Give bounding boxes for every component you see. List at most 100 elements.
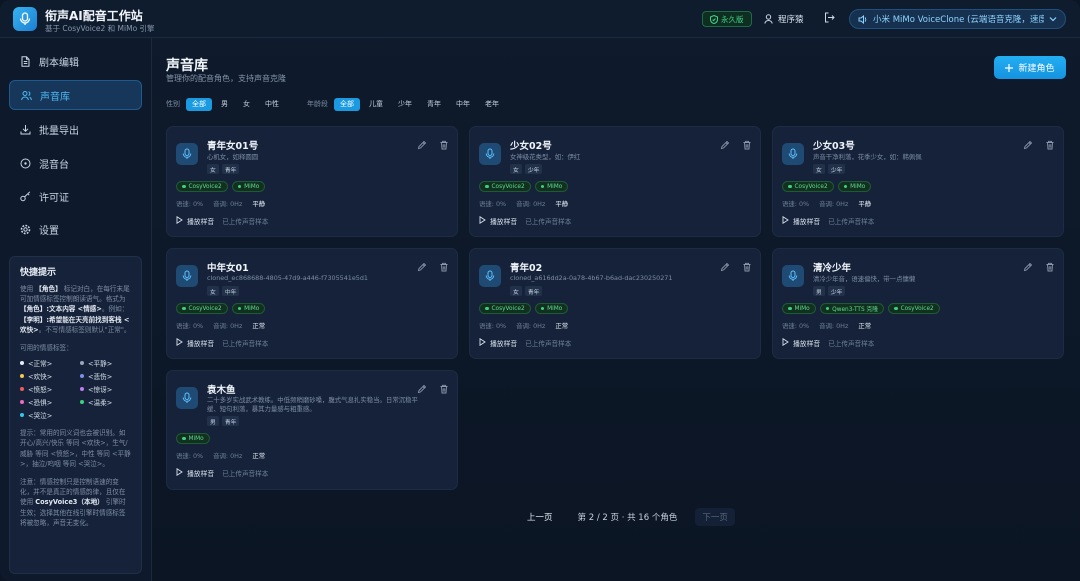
trash-icon[interactable] [439, 384, 449, 394]
engine-badge: MiMo [534, 181, 569, 192]
status-dot [485, 184, 489, 189]
speed-value: 语速: 0% [176, 200, 204, 208]
play-icon [782, 337, 789, 348]
gender-filter-male[interactable]: 男 [215, 98, 234, 111]
status-dot [788, 306, 792, 311]
gender-filter-female[interactable]: 女 [237, 98, 256, 111]
sidebar-item-label: 许可证 [39, 192, 69, 204]
edit-icon[interactable] [417, 262, 427, 272]
play-row: 播放样音 已上传声音样本 [176, 337, 268, 349]
emotion-tag: <哭泣> [20, 409, 80, 420]
pitch-value: 音调: 0Hz [516, 200, 546, 208]
trash-icon[interactable] [439, 140, 449, 150]
trash-icon[interactable] [1045, 262, 1055, 272]
play-sample-button[interactable]: 播放样音 [176, 337, 214, 349]
edit-icon[interactable] [417, 384, 427, 394]
play-icon [479, 337, 486, 348]
new-character-label: 新建角色 [1018, 64, 1055, 74]
emotion-tag: <温柔> [80, 396, 140, 407]
gender-filter-all[interactable]: 全部 [186, 97, 212, 111]
new-character-button[interactable]: 新建角色 [994, 56, 1066, 79]
emotion-dot [20, 373, 24, 378]
trash-icon[interactable] [439, 262, 449, 272]
voice-card[interactable]: 少女03号 声音干净利落，花季少女，如：韩佩佩 女少年 CosyVoice2 Mi… [772, 126, 1064, 237]
pagination: 上一页 第 2 / 2 页 · 共 16 个角色 下一页 [520, 508, 735, 526]
voice-name: 青年女01号 [207, 141, 259, 152]
edit-icon[interactable] [1023, 262, 1033, 272]
status-dot [182, 306, 186, 311]
play-icon [479, 215, 486, 226]
voice-card[interactable]: 袁木鱼 二十多岁实战武术教练。中低频稍磨砂嗓，腹式气息扎实稳当。日常沉稳平缓、短… [166, 370, 458, 490]
emotion-tag: <正常> [20, 357, 80, 368]
sidebar-item-batch-export[interactable]: 批量导出 [9, 114, 142, 144]
next-page-button[interactable]: 下一页 [695, 508, 735, 526]
voice-card[interactable]: 青年女01号 心机女，如释圆圆 女青年 CosyVoice2 MiMo 语速: 0… [166, 126, 458, 237]
age-filter-child[interactable]: 儿童 [363, 98, 389, 111]
voice-card[interactable]: 少女02号 女神级花类型，如：伊红 女少年 CosyVoice2 MiMo 语速:… [469, 126, 761, 237]
engine-badge: CosyVoice2 [176, 181, 228, 192]
voice-name: 青年02 [510, 263, 543, 274]
voice-description: cloned_a616dd2a-0a78-4b67-b6ad-dac230250… [510, 274, 673, 282]
engine-badges: CosyVoice2 MiMo [176, 303, 266, 314]
microphone-icon [782, 143, 804, 165]
play-icon [176, 215, 183, 226]
sidebar-item-script-editor[interactable]: 剧本编辑 [9, 46, 142, 76]
edit-icon[interactable] [417, 140, 427, 150]
voice-tag: 少年 [827, 164, 846, 174]
sidebar-item-label: 剧本编辑 [39, 57, 79, 69]
edit-icon[interactable] [720, 262, 730, 272]
emotion-tag: <欢快> [20, 370, 80, 381]
engine-badges: CosyVoice2 MiMo [176, 181, 266, 192]
upload-status: 已上传声音样本 [828, 340, 875, 348]
engine-badges: MiMo Qwen3-TTS 克隆 CosyVoice2 [782, 303, 940, 314]
age-filter-teen[interactable]: 少年 [392, 98, 418, 111]
edit-icon[interactable] [720, 140, 730, 150]
sidebar-item-voice-library[interactable]: 声音库 [9, 80, 142, 110]
play-sample-button[interactable]: 播放样音 [782, 215, 820, 227]
pitch-value: 音调: 0Hz [213, 322, 243, 330]
upload-status: 已上传声音样本 [222, 340, 269, 348]
status-dot [237, 184, 242, 189]
play-sample-button[interactable]: 播放样音 [176, 215, 214, 227]
tips-usage-text: 使用 【角色】 标记对白，在每行末尾可加情感标签控制朗读语气。格式为 【角色】:… [20, 285, 131, 334]
emotion-dot [80, 399, 84, 404]
mood-value: 正常 [858, 322, 872, 330]
voice-card[interactable]: 青年02 cloned_a616dd2a-0a78-4b67-b6ad-dac2… [469, 248, 761, 359]
mood-value: 正常 [252, 322, 266, 330]
trash-icon[interactable] [742, 140, 752, 150]
microphone-icon [782, 265, 804, 287]
age-filter-youth[interactable]: 青年 [421, 98, 447, 111]
sidebar-item-license[interactable]: 许可证 [9, 181, 142, 211]
pitch-value: 音调: 0Hz [213, 452, 243, 460]
play-sample-button[interactable]: 播放样音 [176, 467, 214, 479]
edit-icon[interactable] [1023, 140, 1033, 150]
age-filter-all[interactable]: 全部 [334, 97, 360, 111]
sidebar-item-settings[interactable]: 设置 [9, 214, 142, 244]
main-content: 声音库 管理你的配音角色，支持声音克隆 新建角色 性别 全部 男 女 中性 年龄… [152, 38, 1080, 581]
voice-tags: 男青年 [207, 416, 240, 426]
voice-name: 中年女01 [207, 263, 249, 274]
engine-select-value: 小米 MiMo VoiceClone (云端语音克隆，速度快) [873, 15, 1044, 25]
user-menu-button[interactable]: 程序猿 [764, 11, 804, 27]
status-dot [788, 184, 792, 189]
engine-badge: CosyVoice2 [479, 303, 531, 314]
logout-icon[interactable] [824, 12, 836, 26]
play-sample-button[interactable]: 播放样音 [479, 215, 517, 227]
age-filter-middle[interactable]: 中年 [450, 98, 476, 111]
gender-filter-neutral[interactable]: 中性 [259, 98, 285, 111]
trash-icon[interactable] [1045, 140, 1055, 150]
voice-card[interactable]: 中年女01 cloned_ec868688-4805-47d9-a446-f73… [166, 248, 458, 359]
engine-badge: MiMo [534, 303, 569, 314]
voice-card[interactable]: 清冷少年 清冷少年音，语速偏快，带一点慵懒 男少年 MiMo Qwen3-TTS … [772, 248, 1064, 359]
play-sample-button[interactable]: 播放样音 [479, 337, 517, 349]
trash-icon[interactable] [742, 262, 752, 272]
voice-name: 袁木鱼 [207, 385, 236, 396]
sidebar-item-mixer[interactable]: 混音台 [9, 148, 142, 178]
pitch-value: 音调: 0Hz [516, 322, 546, 330]
prev-page-button[interactable]: 上一页 [520, 508, 560, 526]
play-sample-button[interactable]: 播放样音 [782, 337, 820, 349]
status-dot [485, 306, 489, 311]
age-filter-elder[interactable]: 老年 [479, 98, 505, 111]
upload-status: 已上传声音样本 [525, 340, 572, 348]
engine-select[interactable]: 小米 MiMo VoiceClone (云端语音克隆，速度快) [849, 9, 1066, 29]
